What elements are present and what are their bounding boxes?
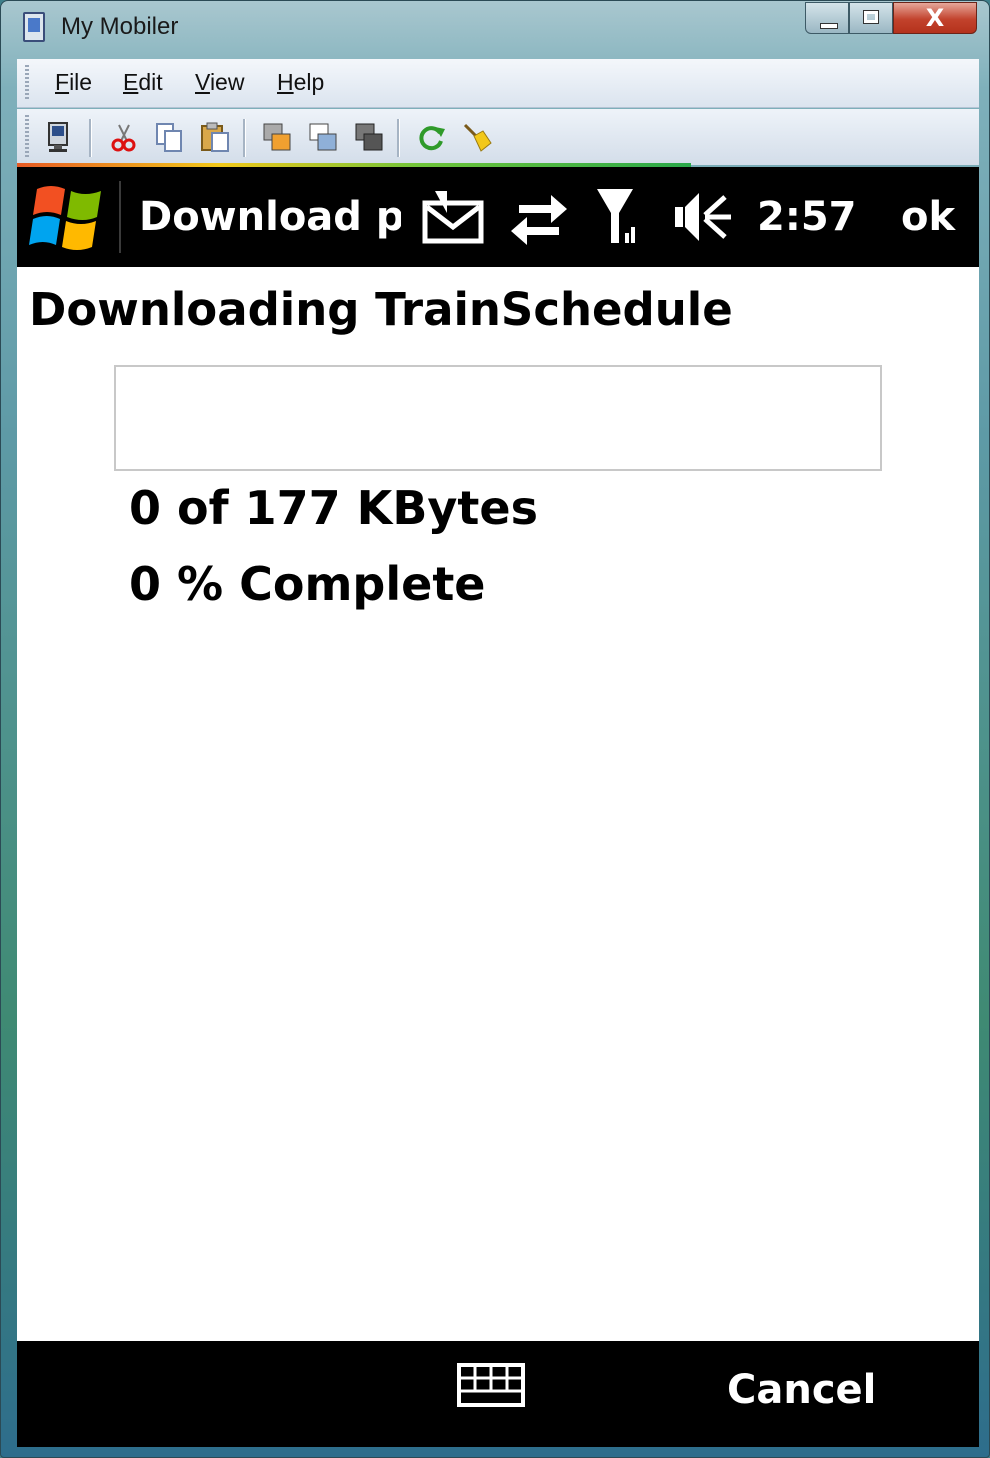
download-heading: Downloading TrainSchedule xyxy=(29,283,733,336)
caption-buttons: X xyxy=(805,2,977,36)
window-back-icon[interactable] xyxy=(353,121,385,153)
message-icon[interactable] xyxy=(421,187,485,247)
mobiler-window: My Mobiler X File Edit View Help Downloa… xyxy=(0,0,990,1458)
menu-file[interactable]: File xyxy=(55,69,92,96)
toolbar xyxy=(17,109,979,165)
cut-icon[interactable] xyxy=(107,121,139,153)
percent-status: 0 % Complete xyxy=(129,557,486,611)
refresh-icon[interactable] xyxy=(415,121,447,153)
toolbar-separator xyxy=(89,119,92,157)
sync-icon[interactable] xyxy=(507,187,571,247)
toolbar-separator xyxy=(397,119,400,157)
clock[interactable]: 2:57 xyxy=(757,189,857,245)
menu-view[interactable]: View xyxy=(195,69,244,96)
clean-icon[interactable] xyxy=(461,121,493,153)
size-status: 0 of 177 KBytes xyxy=(129,481,538,535)
menu-grip[interactable] xyxy=(25,65,29,101)
app-icon xyxy=(23,12,45,42)
toolbar-grip[interactable] xyxy=(25,115,29,159)
statusbar-divider xyxy=(119,181,121,253)
menu-help[interactable]: Help xyxy=(277,69,324,96)
status-bar: Download progress 2 xyxy=(17,167,979,267)
title-bar[interactable]: My Mobiler X xyxy=(1,1,989,55)
cancel-softkey[interactable]: Cancel xyxy=(727,1367,876,1413)
minimize-icon xyxy=(820,23,838,29)
statusbar-title[interactable]: Download progress xyxy=(139,189,401,245)
maximize-button[interactable] xyxy=(849,2,893,34)
minimize-button[interactable] xyxy=(805,2,849,34)
volume-icon[interactable] xyxy=(671,187,735,247)
device-icon[interactable] xyxy=(43,121,75,153)
menu-bar: File Edit View Help xyxy=(17,59,979,108)
toolbar-separator xyxy=(243,119,246,157)
window-front-icon[interactable] xyxy=(261,121,293,153)
window-cascade-icon[interactable] xyxy=(307,121,339,153)
keyboard-icon[interactable] xyxy=(457,1363,525,1407)
windows-start-icon[interactable] xyxy=(27,179,109,255)
window-title: My Mobiler xyxy=(61,13,179,40)
maximize-icon xyxy=(863,10,879,24)
device-screen: Download progress 2 xyxy=(17,167,979,1447)
copy-icon[interactable] xyxy=(153,121,185,153)
softkey-bar: Cancel xyxy=(17,1341,979,1447)
close-button[interactable]: X xyxy=(893,2,977,34)
download-progress-bar xyxy=(114,365,882,471)
ok-button[interactable]: ok xyxy=(901,189,955,245)
paste-icon[interactable] xyxy=(199,121,231,153)
menu-edit[interactable]: Edit xyxy=(123,69,163,96)
signal-icon[interactable] xyxy=(591,187,655,247)
